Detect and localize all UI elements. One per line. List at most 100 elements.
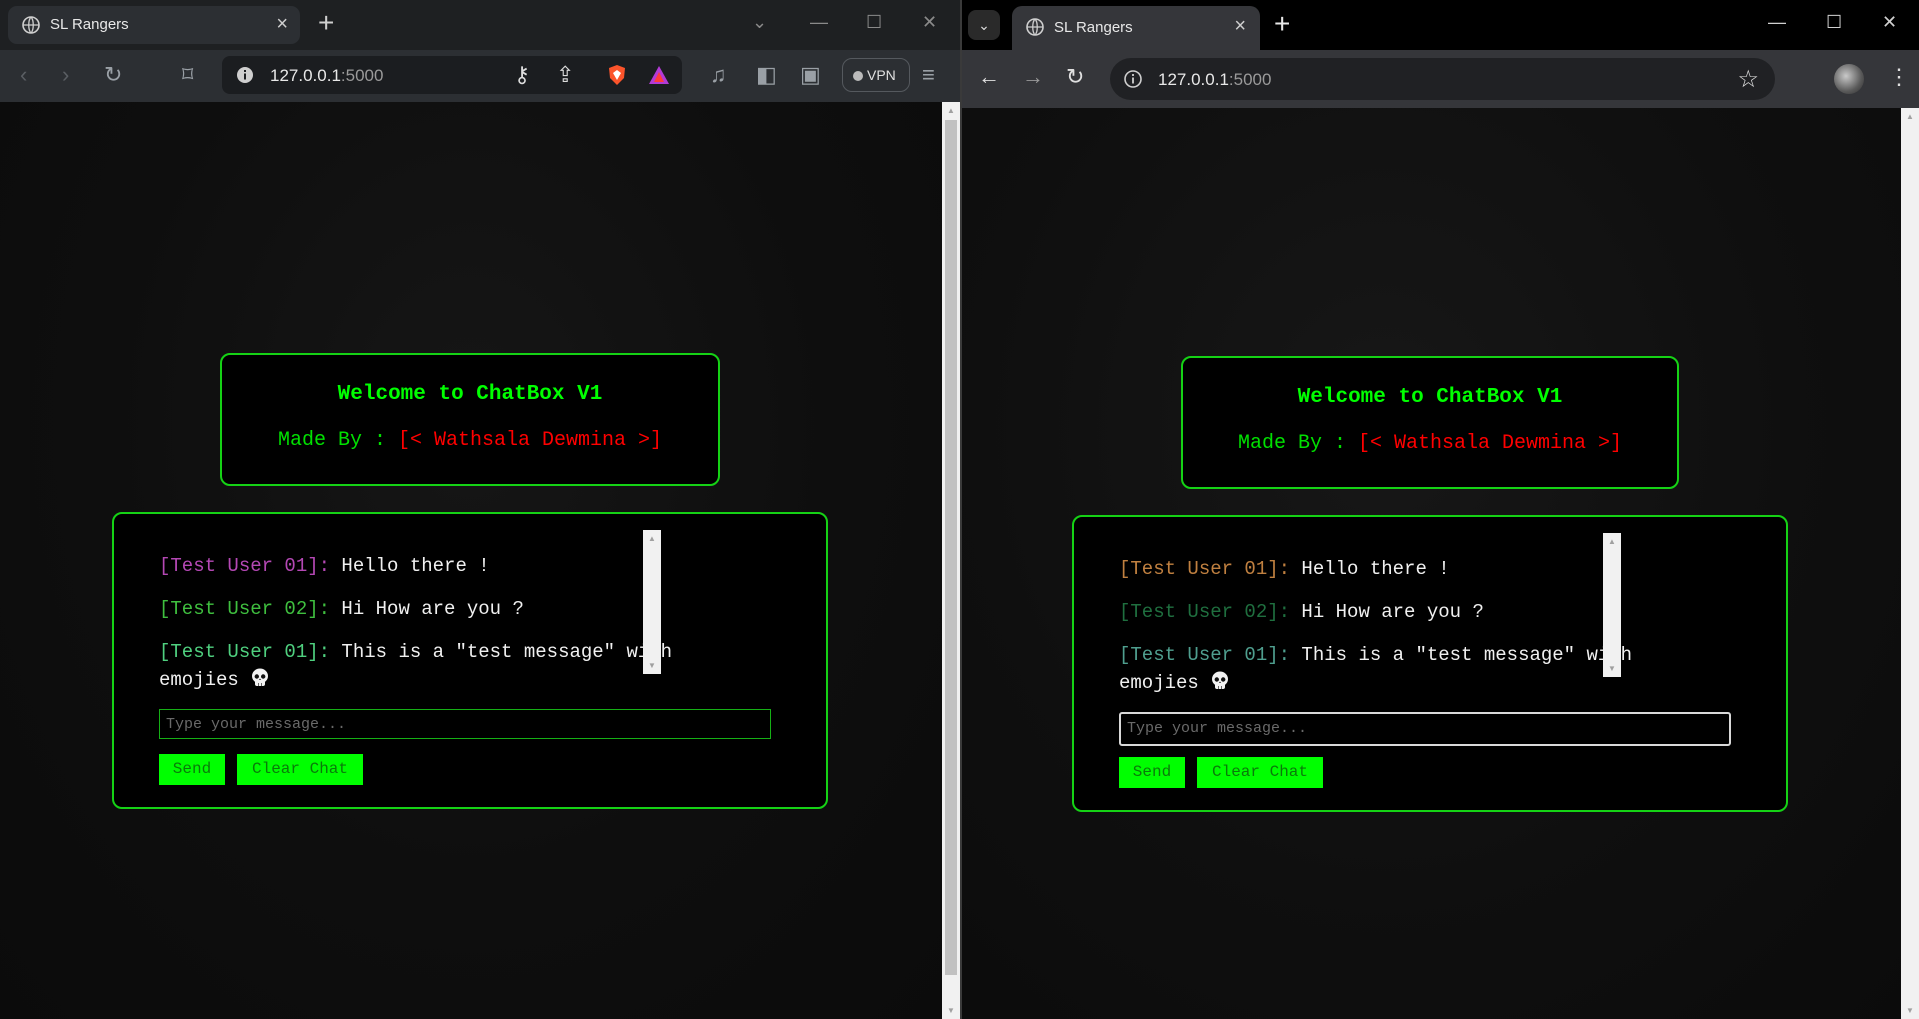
message-1: [Test User 01]: Hello there ! <box>1119 555 1450 583</box>
reload-icon[interactable]: ↻ <box>104 62 122 88</box>
message-user: [Test User 01]: <box>1119 644 1291 666</box>
tab-search-chevron-icon[interactable]: ⌄ <box>968 10 1000 40</box>
desktop: SL Rangers × + ⌄ — ☐ ✕ ‹ › ↻ ⌑ 127.0.0.1… <box>0 0 1919 1019</box>
address-bar[interactable]: 127.0.0.1:5000 ⚷ ⇪ <box>222 56 682 94</box>
clear-chat-button[interactable]: Clear Chat <box>237 754 363 785</box>
chevron-down-icon[interactable]: ⌄ <box>752 12 767 33</box>
vpn-button[interactable]: VPN <box>842 58 910 92</box>
tab-sl-rangers[interactable]: SL Rangers × <box>1012 6 1260 50</box>
profile-avatar[interactable] <box>1834 64 1864 94</box>
brave-shield-icon[interactable] <box>606 64 628 86</box>
tab-title: SL Rangers <box>50 16 129 33</box>
close-window-icon[interactable]: ✕ <box>1882 12 1897 33</box>
globe-icon <box>22 16 40 34</box>
scroll-up-icon[interactable]: ▲ <box>947 106 955 115</box>
forward-icon[interactable]: → <box>1022 64 1044 90</box>
message-user: [Test User 02]: <box>159 598 331 620</box>
back-icon[interactable]: ← <box>978 64 1000 90</box>
new-tab-button[interactable]: + <box>318 8 334 38</box>
author-name: [< Wathsala Dewmina >] <box>1358 432 1623 455</box>
url-port: :5000 <box>340 66 384 85</box>
share-icon[interactable]: ⇪ <box>556 62 574 88</box>
globe-icon <box>1026 18 1044 36</box>
menu-icon[interactable]: ≡ <box>922 62 935 88</box>
message-input[interactable]: Type your message... <box>159 709 771 739</box>
made-by-label: Made By : <box>1237 432 1346 455</box>
close-tab-icon[interactable]: × <box>276 13 288 36</box>
bookmark-icon[interactable]: ⌑ <box>182 62 193 88</box>
clear-chat-button[interactable]: Clear Chat <box>1197 757 1323 788</box>
close-tab-icon[interactable]: × <box>1234 15 1246 38</box>
back-icon[interactable]: ‹ <box>20 62 27 88</box>
toolbar: ← → ↻ 127.0.0.1:5000 ☆ ⋮ <box>962 50 1919 108</box>
scroll-up-icon[interactable]: ▲ <box>1906 112 1914 121</box>
message-3: [Test User 01]: This is a "test message"… <box>1119 641 1632 669</box>
message-text: Hi How are you ? <box>1290 601 1484 623</box>
scroll-up-icon[interactable]: ▲ <box>1608 537 1616 546</box>
send-button[interactable]: Send <box>1119 757 1185 788</box>
message-input[interactable]: Type your message... <box>1119 712 1731 746</box>
message-2: [Test User 02]: Hi How are you ? <box>159 595 524 623</box>
media-icon[interactable]: ♫ <box>710 62 727 88</box>
author-name: [< Wathsala Dewmina >] <box>398 429 663 452</box>
menu-icon[interactable]: ⋮ <box>1888 64 1910 90</box>
url-host: 127.0.0.1 <box>1158 70 1229 89</box>
message-text: Hello there ! <box>330 555 490 577</box>
message-text: Hi How are you ? <box>330 598 524 620</box>
message-text: emojies <box>159 669 239 691</box>
maximize-icon[interactable]: ☐ <box>866 12 882 33</box>
rewards-icon[interactable] <box>648 64 670 86</box>
address-bar[interactable]: 127.0.0.1:5000 ☆ <box>1110 58 1775 100</box>
made-by-label: Made By : <box>277 429 386 452</box>
page-scrollbar[interactable]: ▲ ▼ <box>942 102 960 1019</box>
message-3: [Test User 01]: This is a "test message"… <box>159 638 672 666</box>
message-text: emojies <box>1119 672 1199 694</box>
url-host: 127.0.0.1 <box>270 66 341 85</box>
bookmark-star-icon[interactable]: ☆ <box>1737 65 1759 94</box>
tab-title: SL Rangers <box>1054 19 1133 36</box>
minimize-icon[interactable]: — <box>1768 12 1786 33</box>
messages-scrollbar[interactable]: ▲ ▼ <box>643 530 661 674</box>
tab-sl-rangers[interactable]: SL Rangers × <box>8 6 300 44</box>
browser-window-chrome: ⌄ SL Rangers × + — ☐ ✕ ← → ↻ 127.0.0.1:5… <box>962 0 1919 1019</box>
made-by-line: Made By : [< Wathsala Dewmina >] <box>1183 432 1677 455</box>
page-scrollbar[interactable]: ▲ ▼ <box>1901 108 1919 1019</box>
info-icon <box>237 67 253 83</box>
messages-area[interactable]: [Test User 01]: Hello there ! [Test User… <box>159 532 769 708</box>
minimize-icon[interactable]: — <box>810 12 828 33</box>
maximize-icon[interactable]: ☐ <box>1826 12 1842 33</box>
chat-box: [Test User 01]: Hello there ! [Test User… <box>112 512 828 809</box>
scroll-down-icon[interactable]: ▼ <box>1608 664 1616 673</box>
made-by-line: Made By : [< Wathsala Dewmina >] <box>222 429 718 452</box>
message-text: Hello there ! <box>1290 558 1450 580</box>
page-viewport: Welcome to ChatBox V1 Made By : [< Waths… <box>0 102 942 1019</box>
info-icon <box>1124 70 1142 88</box>
send-button[interactable]: Send <box>159 754 225 785</box>
message-3-continued: emojies <box>159 666 270 694</box>
wallet-icon[interactable]: ▣ <box>800 62 821 88</box>
message-2: [Test User 02]: Hi How are you ? <box>1119 598 1484 626</box>
key-icon[interactable]: ⚷ <box>514 62 530 88</box>
scroll-up-icon[interactable]: ▲ <box>648 534 656 543</box>
scrollbar-thumb[interactable] <box>945 120 957 975</box>
message-3-continued: emojies <box>1119 669 1230 697</box>
sidebar-icon[interactable]: ◧ <box>756 62 777 88</box>
messages-area[interactable]: [Test User 01]: Hello there ! [Test User… <box>1119 535 1729 711</box>
new-tab-button[interactable]: + <box>1274 9 1290 39</box>
url-port: :5000 <box>1228 70 1272 89</box>
messages-scrollbar[interactable]: ▲ ▼ <box>1603 533 1621 677</box>
message-text: This is a "test message" with <box>1290 644 1633 666</box>
vpn-status-icon <box>853 71 863 81</box>
forward-icon[interactable]: › <box>62 62 69 88</box>
url-text: 127.0.0.1:5000 <box>1158 70 1271 90</box>
message-user: [Test User 02]: <box>1119 601 1291 623</box>
reload-icon[interactable]: ↻ <box>1066 64 1084 90</box>
page-viewport: Welcome to ChatBox V1 Made By : [< Waths… <box>962 108 1901 1019</box>
message-user: [Test User 01]: <box>159 641 331 663</box>
scroll-down-icon[interactable]: ▼ <box>947 1006 955 1015</box>
close-window-icon[interactable]: ✕ <box>922 12 937 33</box>
url-text: 127.0.0.1:5000 <box>270 66 383 86</box>
scroll-down-icon[interactable]: ▼ <box>648 661 656 670</box>
message-text: This is a "test message" with <box>330 641 673 663</box>
scroll-down-icon[interactable]: ▼ <box>1906 1006 1914 1015</box>
